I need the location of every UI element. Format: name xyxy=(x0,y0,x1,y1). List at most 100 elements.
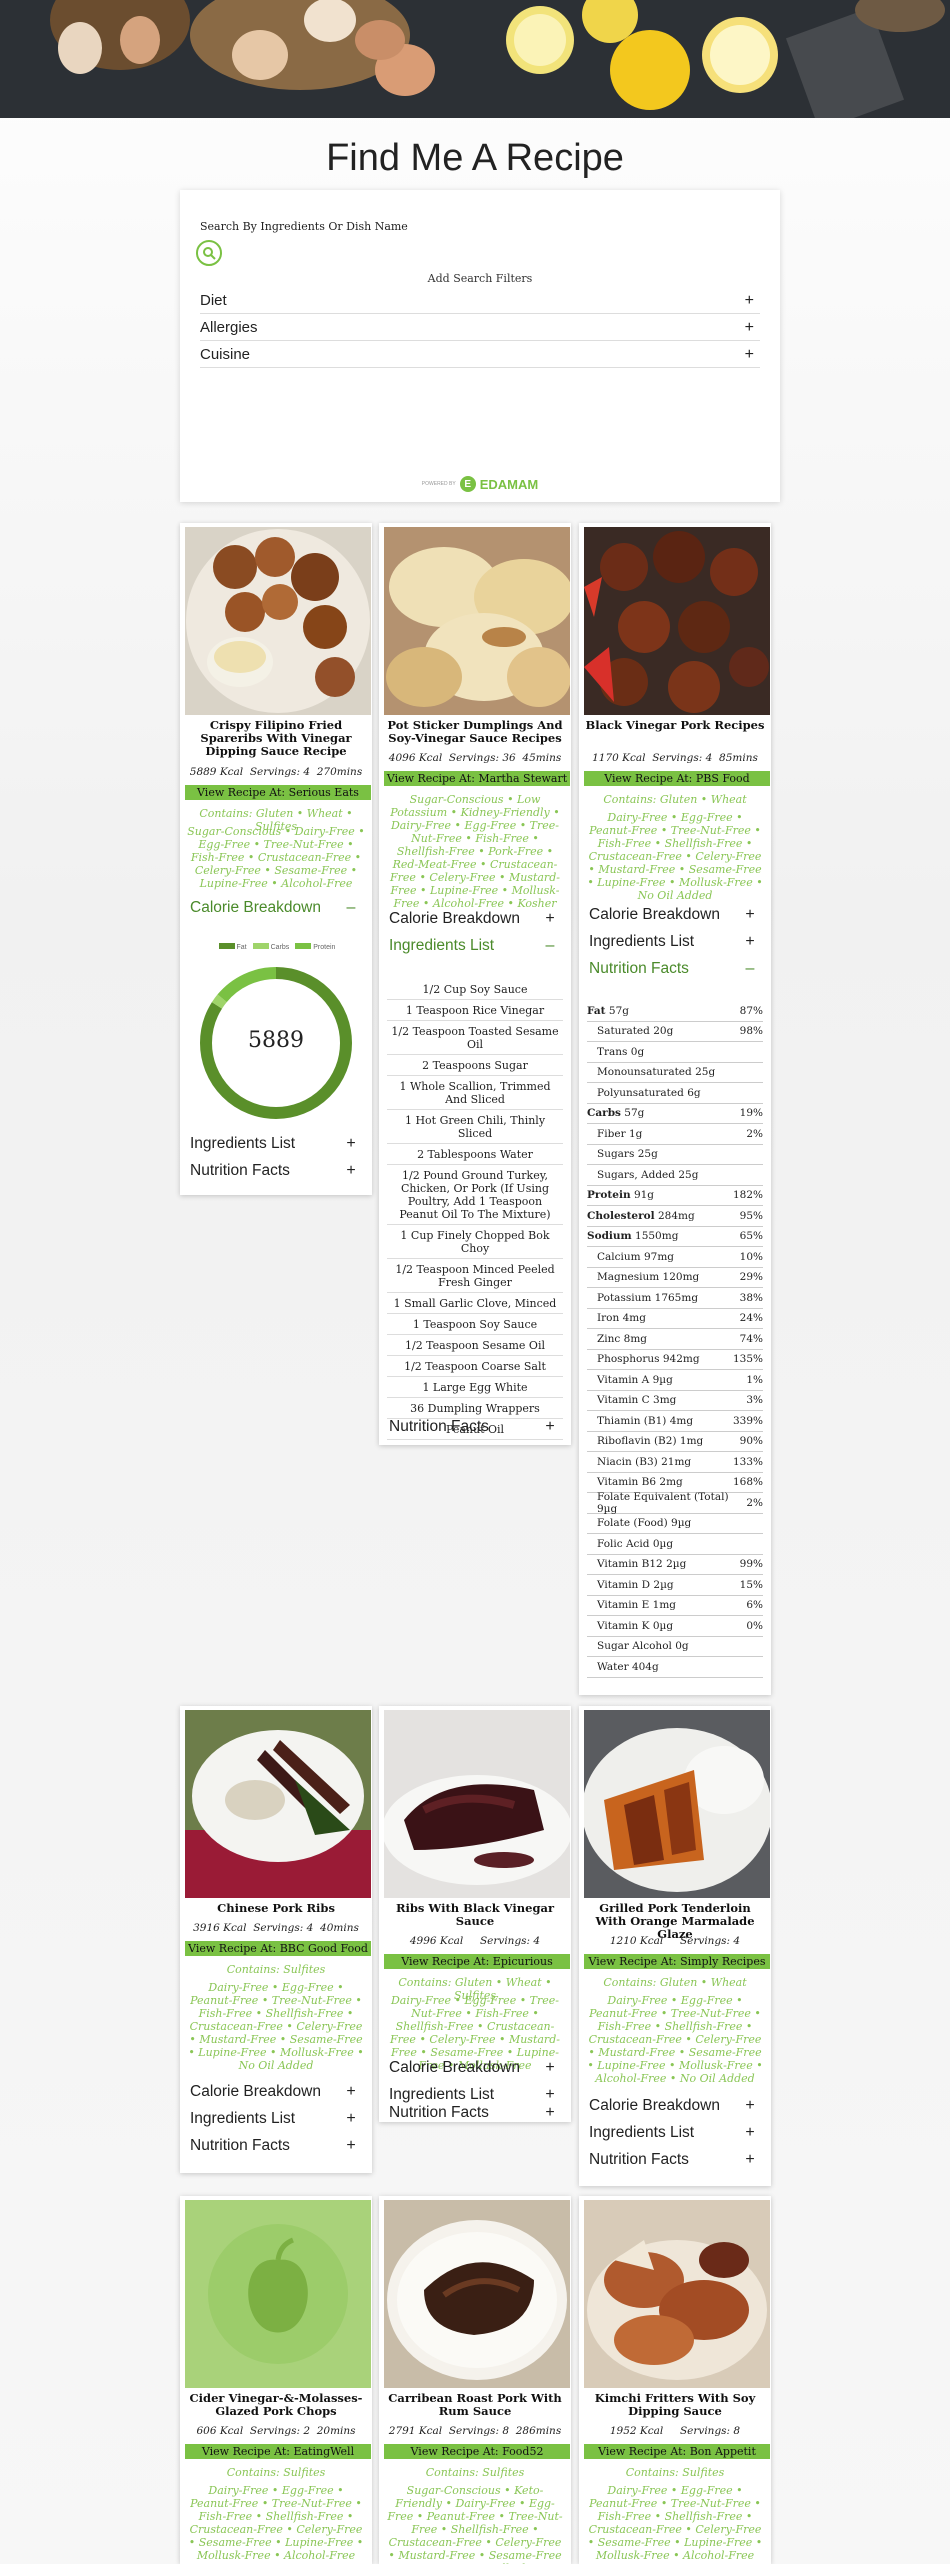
collapse-icon: – xyxy=(545,937,555,954)
recipe-image[interactable] xyxy=(384,2200,570,2388)
health-labels: Sugar-Conscious • Dairy-Free • Egg-Free … xyxy=(187,825,365,890)
nutrient-value: 2mg xyxy=(659,1476,683,1489)
nutrient-daily-percent: 38% xyxy=(739,1291,763,1304)
ingredient-item: 1/2 Teaspoon Sesame Oil xyxy=(387,1335,563,1356)
recipe-card: Carribean Roast Pork With Rum Sauce 2791… xyxy=(379,2196,571,2564)
expand-icon: + xyxy=(346,1135,356,1152)
expand-icon: + xyxy=(745,2124,755,2141)
nutrient-value: 4mg xyxy=(622,1312,646,1325)
nutrient-name: Protein xyxy=(587,1189,631,1202)
calorie-breakdown-toggle[interactable]: Calorie Breakdown + xyxy=(389,2058,555,2078)
nutrient-daily-percent: 168% xyxy=(732,1476,763,1489)
powered-by-text: POWERED BY xyxy=(421,481,456,487)
expand-icon[interactable]: + xyxy=(745,346,754,364)
time: 286mins xyxy=(515,2425,562,2437)
accordion-label: Calorie Breakdown xyxy=(389,910,520,927)
ingredients-list-toggle[interactable]: Ingredients List + xyxy=(589,2123,755,2143)
nutrition-row: Sugar Alcohol 0g xyxy=(587,1637,763,1657)
nutrition-facts-toggle[interactable]: Nutrition Facts + xyxy=(190,1161,356,1181)
recipe-image[interactable] xyxy=(584,2200,770,2388)
view-recipe-button[interactable]: View Recipe At: Serious Eats xyxy=(185,785,371,800)
view-recipe-button[interactable]: View Recipe At: BBC Good Food xyxy=(185,1941,371,1956)
nutrient-value: 1mg xyxy=(652,1599,677,1612)
accordion-label: Ingredients List xyxy=(589,933,695,950)
calorie-breakdown-toggle[interactable]: Calorie Breakdown + xyxy=(589,905,755,925)
nutrient-name: Folic Acid xyxy=(597,1537,650,1550)
powered-by-edamam: POWERED BY E EDAMAM xyxy=(180,476,780,492)
nutrient-value: 3mg xyxy=(653,1394,677,1407)
recipe-image[interactable] xyxy=(384,527,570,715)
nutrition-facts-toggle[interactable]: Nutrition Facts + xyxy=(389,1417,555,1437)
recipe-image[interactable] xyxy=(584,527,770,715)
recipe-card: Ribs With Black Vinegar Sauce 4996 Kcal … xyxy=(379,1706,571,2122)
kcal: 1170 Kcal xyxy=(592,752,646,764)
ingredient-item: 2 Teaspoons Sugar xyxy=(387,1055,563,1076)
nutrient-value: 25g xyxy=(695,1066,716,1079)
health-labels: Dairy-Free • Egg-Free • Peanut-Free • Tr… xyxy=(587,811,763,902)
view-recipe-button[interactable]: View Recipe At: PBS Food xyxy=(584,771,770,786)
nutrition-facts-toggle[interactable]: Nutrition Facts – xyxy=(589,959,755,979)
nutrient-name: Thiamin (B1) xyxy=(597,1414,667,1427)
view-recipe-button[interactable]: View Recipe At: Food52 xyxy=(384,2444,570,2459)
ingredients-list-toggle[interactable]: Ingredients List + xyxy=(190,2109,356,2129)
expand-icon[interactable]: + xyxy=(745,319,754,337)
view-recipe-button[interactable]: View Recipe At: Epicurious xyxy=(384,1954,570,1969)
hero-banner-image xyxy=(0,0,950,118)
recipe-name: Kimchi Fritters With Soy Dipping Sauce xyxy=(594,2391,756,2418)
calorie-breakdown-toggle[interactable]: Calorie Breakdown – xyxy=(190,898,356,918)
calorie-breakdown-toggle[interactable]: Calorie Breakdown + xyxy=(389,909,555,929)
accordion-label: Calorie Breakdown xyxy=(589,2097,720,2114)
nutrition-facts-toggle[interactable]: Nutrition Facts + xyxy=(589,2150,755,2170)
nutrient-name: Zinc xyxy=(597,1332,621,1345)
view-recipe-button[interactable]: View Recipe At: Simply Recipes xyxy=(584,1954,770,1969)
view-recipe-button[interactable]: View Recipe At: Bon Appetit xyxy=(584,2444,770,2459)
search-icon[interactable] xyxy=(196,240,222,266)
nutrient-name: Calcium xyxy=(597,1250,641,1263)
expand-icon: + xyxy=(545,910,555,927)
filter-allergies[interactable]: Allergies + xyxy=(200,315,760,341)
nutrition-facts-toggle[interactable]: Nutrition Facts + xyxy=(389,2103,555,2122)
view-recipe-button[interactable]: View Recipe At: EatingWell xyxy=(185,2444,371,2459)
servings: Servings: 4 xyxy=(253,1922,314,1934)
recipe-meta: 606 Kcal Servings: 2 20mins xyxy=(186,2425,366,2437)
nutrition-row: Vitamin E 1mg 6% xyxy=(587,1596,763,1616)
ingredients-list-toggle[interactable]: Ingredients List + xyxy=(190,1134,356,1154)
recipe-image[interactable] xyxy=(384,1710,570,1898)
recipe-meta: 1210 Kcal Servings: 4 xyxy=(585,1935,765,1947)
filter-cuisine[interactable]: Cuisine + xyxy=(200,342,760,368)
nutrient-name: Carbs xyxy=(587,1107,621,1120)
calorie-breakdown-toggle[interactable]: Calorie Breakdown + xyxy=(190,2082,356,2102)
nutrient-name: Magnesium xyxy=(597,1271,660,1284)
ingredient-item: 1/2 Teaspoon Toasted Sesame Oil xyxy=(387,1021,563,1055)
nutrition-facts-toggle[interactable]: Nutrition Facts + xyxy=(190,2136,356,2156)
add-search-filters-label: Add Search Filters xyxy=(427,272,533,285)
recipe-image[interactable] xyxy=(584,1710,770,1898)
ingredients-list-toggle[interactable]: Ingredients List + xyxy=(389,2085,555,2105)
nutrition-row: Zinc 8mg 74% xyxy=(587,1329,763,1350)
nutrient-value: 284mg xyxy=(657,1209,695,1222)
ingredients-list-toggle[interactable]: Ingredients List + xyxy=(589,932,755,952)
expand-icon: + xyxy=(745,906,755,923)
nutrition-row: Riboflavin (B2) 1mg 90% xyxy=(587,1432,763,1452)
expand-icon: + xyxy=(346,2110,356,2127)
view-recipe-button[interactable]: View Recipe At: Martha Stewart xyxy=(384,771,570,786)
nutrient-daily-percent: 87% xyxy=(739,1004,763,1017)
expand-icon[interactable]: + xyxy=(745,292,754,310)
recipe-card: Chinese Pork Ribs 3916 Kcal Servings: 4 … xyxy=(180,1706,372,2173)
legend-carbs: Carbs xyxy=(252,943,289,951)
calorie-breakdown-toggle[interactable]: Calorie Breakdown + xyxy=(589,2096,755,2116)
recipe-image[interactable] xyxy=(185,1710,371,1898)
nutrient-value: 0µg xyxy=(652,1619,674,1632)
nutrition-row: Fiber 1g 2% xyxy=(587,1124,763,1145)
accordion-label: Ingredients List xyxy=(389,2086,495,2103)
recipe-image[interactable] xyxy=(185,527,371,715)
nutrient-name: Vitamin D xyxy=(597,1578,651,1591)
time: 40mins xyxy=(320,1922,359,1934)
recipe-image[interactable] xyxy=(185,2200,371,2388)
nutrition-row: Vitamin D 2µg 15% xyxy=(587,1575,763,1596)
time: 270mins xyxy=(316,766,363,778)
filter-diet[interactable]: Diet + xyxy=(200,288,760,314)
servings: Servings: 8 xyxy=(679,2425,741,2437)
nutrition-row: Carbs 57g 19% xyxy=(587,1104,763,1124)
ingredients-list-toggle[interactable]: Ingredients List – xyxy=(389,936,555,956)
